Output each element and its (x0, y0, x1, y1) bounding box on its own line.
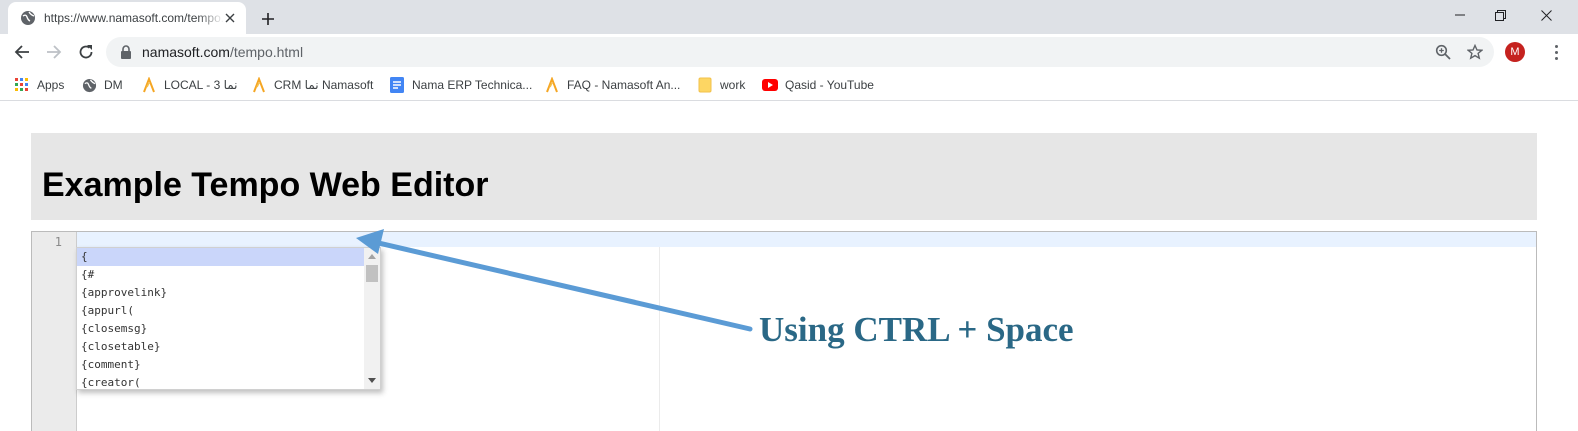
close-tab-icon[interactable] (222, 10, 238, 26)
autocomplete-item[interactable]: { (77, 248, 380, 266)
nama-logo-icon (251, 77, 267, 93)
reload-button[interactable] (72, 38, 100, 66)
youtube-icon (762, 77, 778, 93)
bookmark-label: Qasid - YouTube (785, 78, 874, 92)
globe-icon (20, 10, 36, 26)
menu-dots-icon[interactable] (1548, 42, 1564, 62)
active-line[interactable] (77, 232, 1536, 247)
new-tab-button[interactable] (256, 7, 280, 31)
close-window-button[interactable] (1523, 0, 1569, 30)
bookmark-label: DM (104, 78, 123, 92)
bookmark-label: work (720, 78, 746, 92)
page-title: Example Tempo Web Editor (42, 166, 489, 204)
url-path: /tempo.html (229, 44, 304, 60)
bookmark-label: Nama ERP Technica... (412, 78, 533, 92)
bookmark-faq[interactable]: FAQ - Namasoft An... (544, 75, 680, 95)
autocomplete-item[interactable]: {appurl( (77, 302, 380, 320)
autocomplete-item[interactable]: {closetable} (77, 338, 380, 356)
autocomplete-item[interactable]: {# (77, 266, 380, 284)
bookmark-label: FAQ - Namasoft An... (567, 78, 681, 92)
annotation-text: Using CTRL + Space (759, 310, 1074, 349)
bookmark-nama-erp[interactable]: Nama ERP Technica... (389, 75, 532, 95)
zoom-icon[interactable] (1434, 43, 1452, 61)
browser-toolbar: namasoft.com/tempo.html M (0, 34, 1578, 70)
docs-icon (389, 77, 405, 93)
autocomplete-popup[interactable]: { {# {approvelink} {appurl( {closemsg} {… (76, 247, 381, 390)
browser-tab[interactable]: https://www.namasoft.com/tempo.html (8, 2, 246, 34)
bookmark-local[interactable]: LOCAL - 3 نما (141, 75, 238, 95)
nama-logo-icon (141, 77, 157, 93)
back-button[interactable] (8, 38, 36, 66)
annotation-arrow-icon (356, 229, 753, 332)
url-domain: namasoft.com (142, 44, 230, 60)
globe-icon (81, 77, 97, 93)
bookmarks-bar: Apps DM LOCAL - 3 نما CRM نما Namasoft N… (0, 70, 1578, 101)
page-header: Example Tempo Web Editor (31, 133, 1537, 220)
tab-title: https://www.namasoft.com/tempo.html (44, 11, 224, 25)
bookmark-work[interactable]: work (697, 75, 745, 95)
bookmark-apps[interactable]: Apps (14, 75, 64, 95)
bookmark-youtube[interactable]: Qasid - YouTube (762, 75, 874, 95)
profile-avatar[interactable]: M (1505, 42, 1525, 62)
nama-logo-icon (544, 77, 560, 93)
bookmark-label: LOCAL - 3 نما (164, 78, 238, 92)
line-number: 1 (54, 235, 62, 249)
bookmark-dm[interactable]: DM (81, 75, 123, 95)
address-url[interactable]: namasoft.com/tempo.html (142, 44, 303, 60)
autocomplete-item[interactable]: {comment} (77, 356, 380, 374)
bookmark-label: CRM نما Namasoft (274, 78, 374, 92)
autocomplete-item[interactable]: {creator( (77, 374, 380, 389)
folder-icon (697, 77, 713, 93)
forward-button[interactable] (40, 38, 68, 66)
bookmark-star-icon[interactable] (1466, 43, 1484, 61)
address-bar[interactable]: namasoft.com/tempo.html (106, 37, 1494, 67)
tab-strip: https://www.namasoft.com/tempo.html (0, 0, 1578, 34)
lock-icon[interactable] (118, 44, 134, 60)
autocomplete-item[interactable]: {closemsg} (77, 320, 380, 338)
autocomplete-item[interactable]: {approvelink} (77, 284, 380, 302)
apps-grid-icon (14, 77, 30, 93)
restore-window-button[interactable] (1477, 0, 1523, 30)
editor-gutter: 1 (32, 232, 77, 431)
bookmark-crm[interactable]: CRM نما Namasoft (251, 75, 373, 95)
scroll-down-arrow-icon[interactable] (368, 378, 376, 383)
bookmark-label: Apps (37, 78, 65, 92)
